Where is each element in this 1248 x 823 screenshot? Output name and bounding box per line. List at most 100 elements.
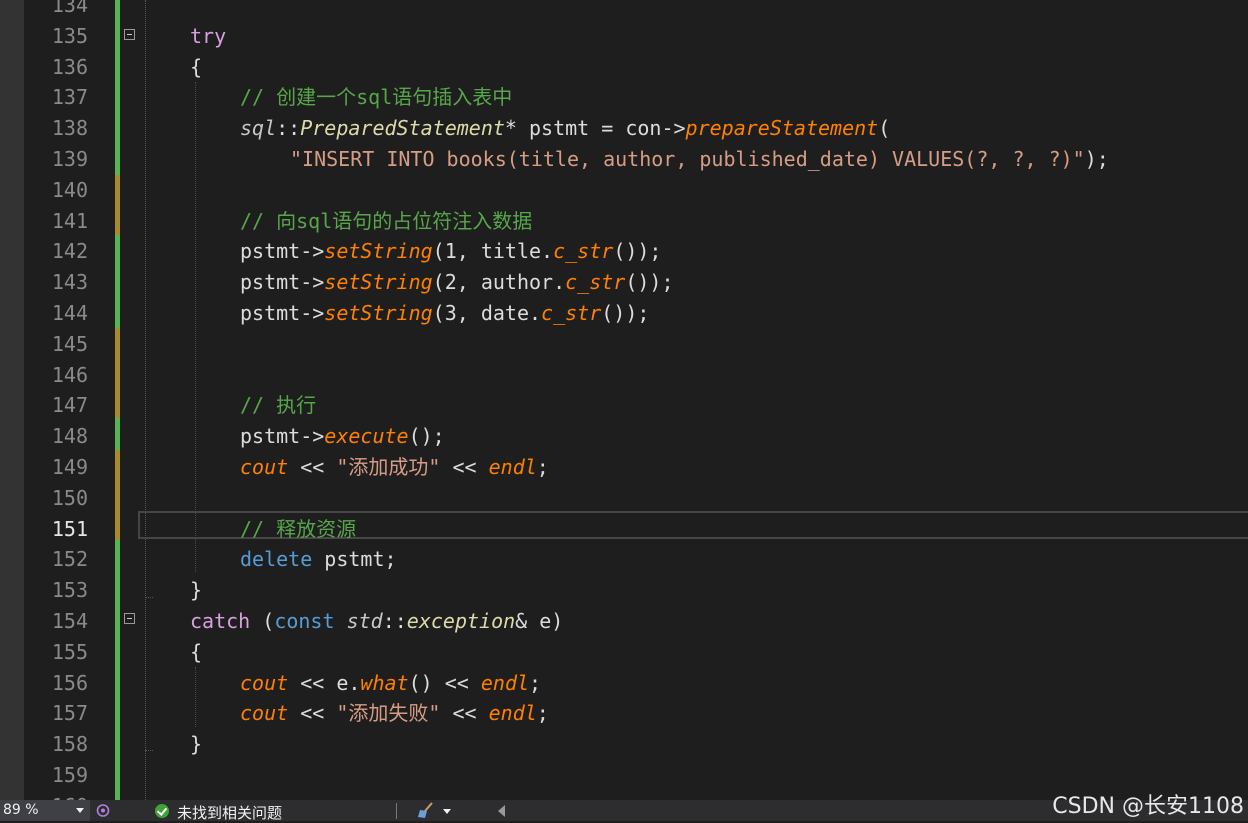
intellicode-icon[interactable]: [95, 803, 111, 818]
indent-guide: [195, 82, 196, 572]
code-line: // 创建一个sql语句插入表中: [240, 82, 512, 113]
brace: }: [190, 578, 203, 603]
comment: // 向sql语句的占位符注入数据: [240, 208, 533, 233]
unsaved-change-marker: [115, 175, 120, 235]
brace: }: [190, 732, 203, 757]
namespace: sql: [240, 116, 277, 141]
code-line: }: [190, 575, 202, 606]
line-number: 150: [51, 485, 88, 510]
line-number: 147: [51, 393, 88, 418]
string-literal: "添加失败": [336, 701, 441, 726]
code-line: try: [190, 21, 226, 52]
code-line: cout << e.what() << endl;: [240, 668, 541, 699]
line-number: 136: [51, 54, 88, 79]
collapse-catch-block-icon[interactable]: [124, 613, 135, 624]
function-name: setString: [324, 239, 433, 264]
line-number: 140: [51, 177, 88, 202]
code-line: pstmt->setString(3, date.c_str());: [240, 298, 649, 329]
keyword-catch: catch: [190, 609, 251, 633]
code-line: "INSERT INTO books(title, author, publis…: [290, 144, 1109, 175]
outline-end-tick: [145, 597, 153, 598]
issues-status[interactable]: 未找到相关问题: [177, 802, 282, 823]
zoom-dropdown[interactable]: 89 %: [0, 800, 90, 821]
code-text: <<: [288, 455, 337, 479]
indicator-margin: [0, 0, 24, 800]
function-name: execute: [324, 424, 409, 449]
line-number: 142: [51, 239, 88, 264]
identifier-endl: endl: [488, 701, 537, 726]
code-line: {: [190, 52, 202, 83]
check-circle-icon[interactable]: [155, 804, 169, 818]
code-text: pstmt;: [312, 547, 397, 572]
line-number: 158: [51, 732, 88, 757]
line-number: 156: [51, 670, 88, 695]
identifier-cout: cout: [240, 670, 289, 695]
code-text: <<: [440, 455, 489, 479]
code-text: (: [878, 116, 891, 141]
function-name: setString: [324, 270, 433, 295]
divider: [396, 803, 397, 819]
code-text: );: [1084, 147, 1109, 171]
zoom-level: 89 %: [3, 802, 39, 818]
outline-guide: [145, 0, 146, 800]
line-number: 138: [51, 116, 88, 141]
code-text: <<: [288, 701, 337, 726]
code-text: (): [408, 670, 433, 695]
code-text: ());: [613, 239, 662, 264]
code-line: cout << "添加成功" << endl;: [240, 452, 549, 483]
code-text: pstmt->: [240, 301, 325, 325]
line-number: 135: [51, 23, 88, 48]
keyword-const: const: [274, 609, 335, 633]
unsaved-change-marker: [115, 450, 120, 540]
code-text: ();: [408, 424, 445, 449]
code-text: pstmt->: [240, 239, 325, 264]
code-text: ;: [529, 670, 542, 695]
code-text: (1, title.: [432, 239, 554, 264]
code-editor[interactable]: 134 135 136 137 138 139 140 141 142 143 …: [0, 0, 1248, 800]
keyword-delete: delete: [240, 547, 313, 572]
code-line: // 执行: [240, 390, 316, 421]
comment: // 创建一个sql语句插入表中: [240, 85, 513, 110]
line-number: 137: [51, 85, 88, 110]
function-name: what: [360, 670, 409, 695]
code-text: ;: [536, 455, 549, 479]
line-number: 141: [51, 208, 88, 233]
function-name: setString: [324, 301, 433, 325]
line-number: 155: [51, 639, 88, 664]
comment: // 释放资源: [240, 516, 357, 541]
keyword-try: try: [190, 23, 227, 48]
scroll-left-arrow-icon[interactable]: [498, 805, 505, 817]
line-number: 157: [51, 701, 88, 726]
code-line: // 向sql语句的占位符注入数据: [240, 206, 532, 237]
scope-operator: ::: [382, 609, 407, 633]
code-line: pstmt->setString(1, title.c_str());: [240, 236, 661, 267]
broom-icon[interactable]: [417, 802, 435, 819]
code-text: ;: [536, 701, 549, 726]
namespace: std: [346, 609, 383, 633]
code-text: <<: [432, 670, 481, 695]
brace: {: [190, 54, 203, 79]
line-number: 146: [51, 362, 88, 387]
line-number: 134: [51, 0, 88, 17]
code-text: (2, author.: [432, 270, 566, 295]
chevron-down-icon[interactable]: [443, 809, 451, 814]
code-line: pstmt->setString(2, author.c_str());: [240, 267, 674, 298]
line-number: 149: [51, 455, 88, 479]
identifier-endl: endl: [480, 670, 530, 695]
line-number: 144: [51, 301, 88, 325]
code-line: cout << "添加失败" << endl;: [240, 698, 549, 729]
chevron-down-icon: [76, 808, 84, 813]
line-number: 145: [51, 331, 88, 356]
collapse-try-block-icon[interactable]: [124, 29, 135, 40]
code-text: <<: [440, 701, 489, 726]
code-text: pstmt->: [240, 270, 325, 295]
code-text: ());: [625, 270, 674, 295]
line-number: 154: [51, 609, 88, 633]
unsaved-change-marker: [115, 328, 120, 418]
line-number: 153: [51, 578, 88, 603]
code-line-active: // 释放资源: [240, 514, 356, 545]
code-line: catch (const std::exception& e): [190, 606, 563, 637]
line-number: 143: [51, 270, 88, 295]
indent-guide: [195, 667, 196, 727]
